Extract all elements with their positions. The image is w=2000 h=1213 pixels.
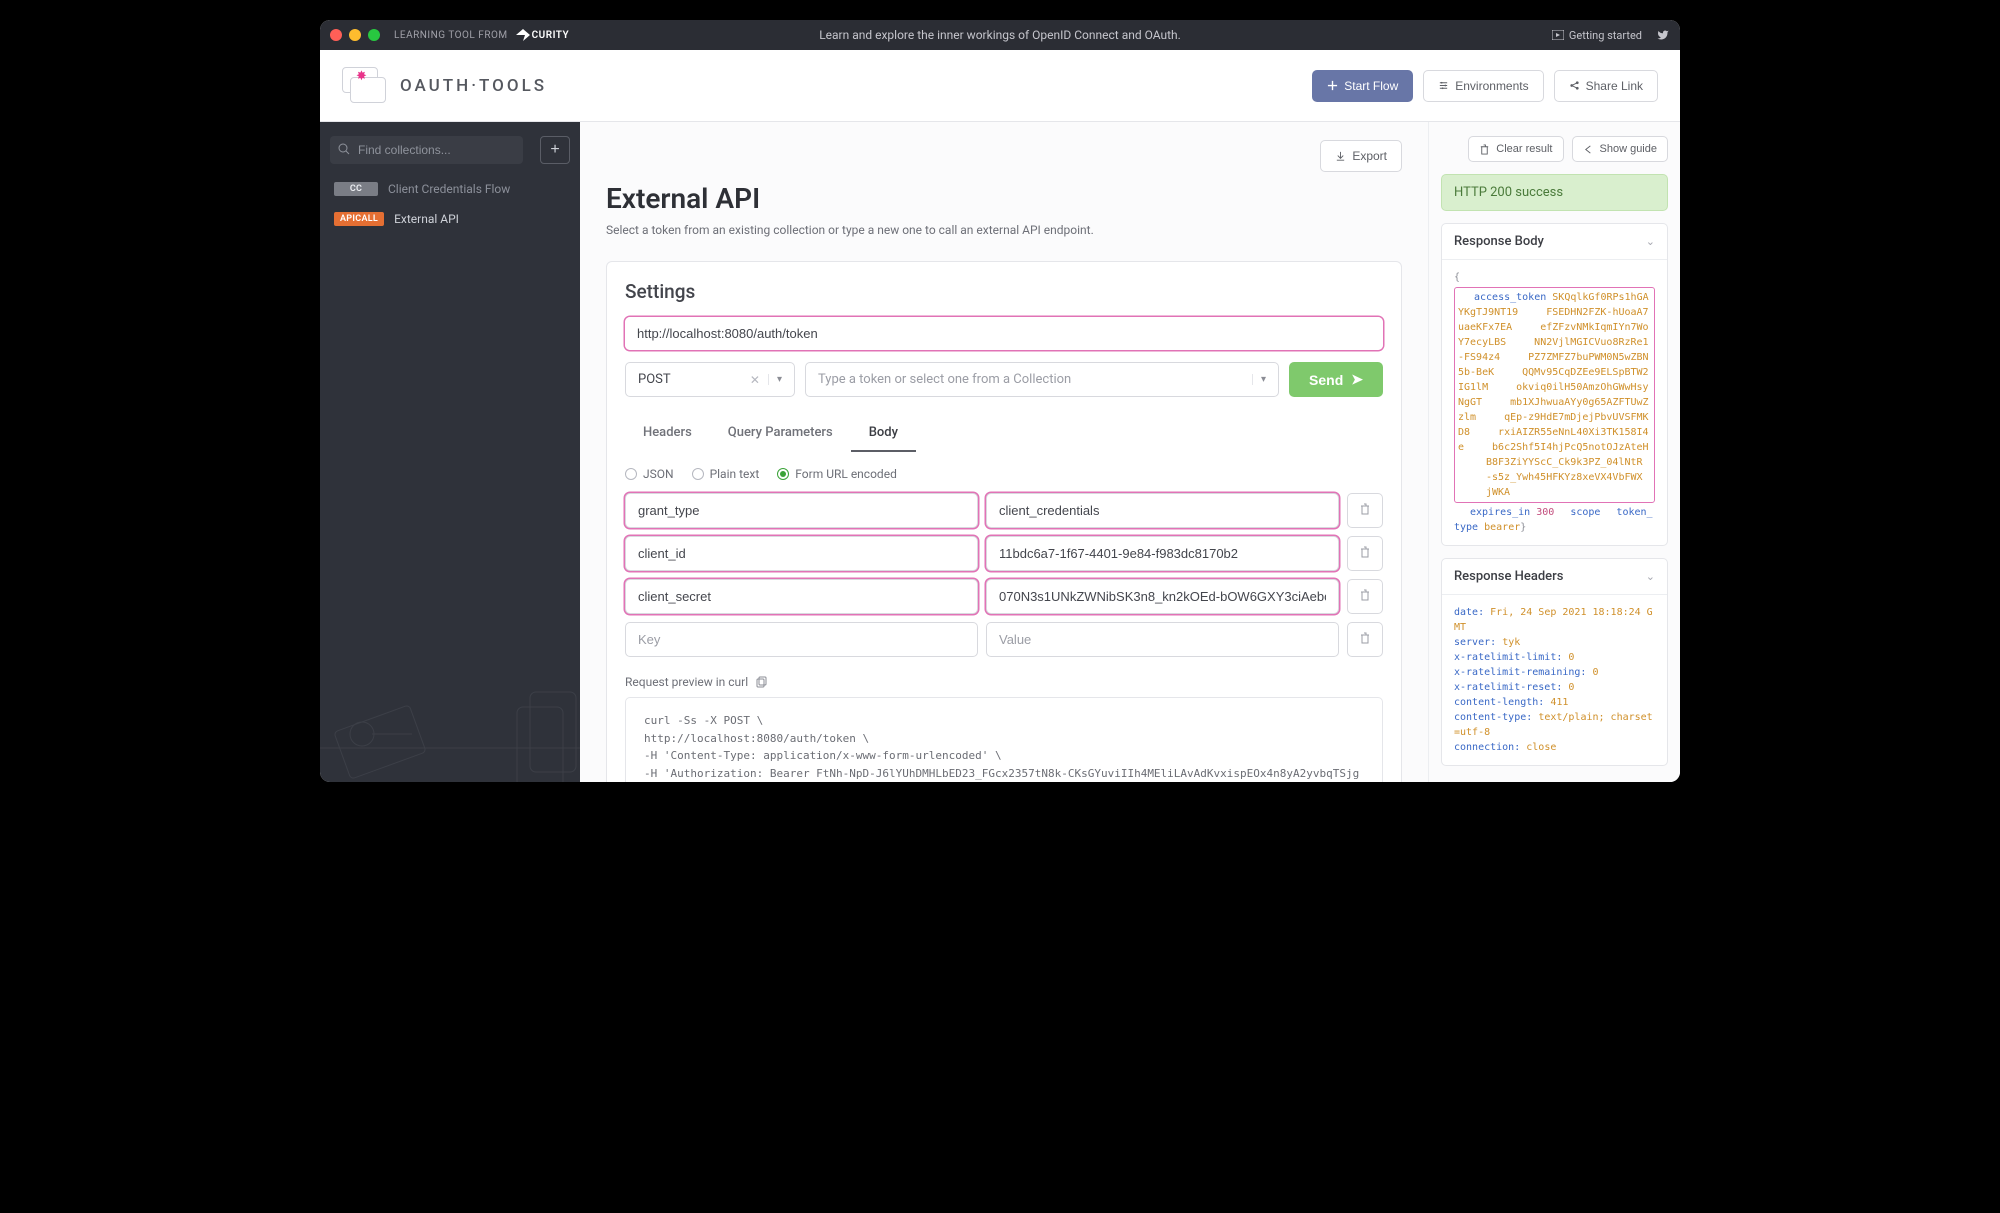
token-select[interactable]: Type a token or select one from a Collec… [805, 362, 1279, 397]
sidebar-item-label: Client Credentials Flow [388, 182, 510, 196]
tab-query[interactable]: Query Parameters [710, 415, 851, 452]
settings-heading: Settings [625, 280, 1383, 303]
sidebar-item-label: External API [394, 212, 459, 226]
logo-text: OAUTH·TOOLS [400, 76, 547, 96]
form-row [625, 579, 1383, 614]
curl-preview: curl -Ss -X POST \ http://localhost:8080… [625, 697, 1383, 782]
response-headers-card: Response Headers ⌄ date: Fri, 24 Sep 202… [1441, 558, 1668, 766]
copy-icon[interactable] [756, 676, 768, 688]
radio-form-url[interactable]: Form URL encoded [777, 467, 897, 481]
main-content: Export External API Select a token from … [580, 122, 1428, 782]
chevron-down-icon: ▾ [1252, 374, 1266, 385]
trash-icon [1479, 144, 1490, 155]
twitter-icon [1656, 29, 1670, 41]
trash-icon [1359, 503, 1371, 515]
search-input[interactable] [330, 136, 523, 164]
form-rows [625, 493, 1383, 657]
url-input[interactable] [625, 317, 1383, 350]
response-body-card: Response Body ⌄ {access_token SKQqlkGf0R… [1441, 223, 1668, 546]
sidebar-item-cc[interactable]: CC Client Credentials Flow [330, 176, 570, 202]
chevron-down-icon: ⌄ [1646, 235, 1655, 248]
request-tabs: Headers Query Parameters Body [625, 415, 1383, 453]
toolbar: ✸ OAUTH·TOOLS Start Flow Environments Sh… [320, 50, 1680, 122]
settings-panel: Settings POST ✕ ▾ Type a token or select… [606, 261, 1402, 782]
sliders-icon [1438, 80, 1449, 91]
arrow-left-icon [1583, 144, 1594, 155]
radio-json[interactable]: JSON [625, 467, 674, 481]
form-row [625, 536, 1383, 571]
clear-icon[interactable]: ✕ [750, 373, 760, 387]
trash-icon [1359, 546, 1371, 558]
gear-icon: ✸ [356, 69, 367, 84]
form-key-input[interactable] [625, 579, 978, 614]
form-value-input[interactable] [986, 536, 1339, 571]
download-icon [1335, 151, 1346, 162]
send-arrow-icon: ➤ [1351, 371, 1363, 388]
tag-cc: CC [334, 182, 378, 196]
sidebar: + CC Client Credentials Flow APICALL Ext… [320, 122, 580, 782]
add-collection-button[interactable]: + [540, 136, 570, 164]
share-icon [1569, 80, 1580, 91]
http-status: HTTP 200 success [1441, 174, 1668, 211]
form-key-input[interactable] [625, 622, 978, 657]
window-controls [330, 29, 380, 41]
titlebar: LEARNING TOOL FROM CURITY Learn and expl… [320, 20, 1680, 50]
tab-body[interactable]: Body [851, 415, 916, 452]
search-icon [338, 143, 350, 155]
page-subtitle: Select a token from an existing collecti… [606, 223, 1402, 237]
play-icon [1552, 30, 1564, 40]
radio-plain[interactable]: Plain text [692, 467, 760, 481]
form-value-input[interactable] [986, 622, 1339, 657]
share-link-button[interactable]: Share Link [1554, 70, 1658, 102]
body-type-radios: JSON Plain text Form URL encoded [625, 467, 1383, 481]
delete-row-button[interactable] [1347, 536, 1383, 571]
form-value-input[interactable] [986, 579, 1339, 614]
chevron-down-icon: ⌄ [1646, 570, 1655, 583]
titlebar-subtitle: Learn and explore the inner workings of … [819, 28, 1181, 42]
close-window-icon[interactable] [330, 29, 342, 41]
environments-button[interactable]: Environments [1423, 70, 1543, 102]
response-panel: Clear result Show guide HTTP 200 success… [1428, 122, 1680, 782]
curl-preview-label: Request preview in curl [625, 675, 1383, 689]
form-row [625, 493, 1383, 528]
tab-headers[interactable]: Headers [625, 415, 710, 452]
method-select[interactable]: POST ✕ ▾ [625, 362, 795, 397]
learning-from-label: LEARNING TOOL FROM [394, 30, 508, 41]
app-logo: ✸ OAUTH·TOOLS [342, 67, 547, 105]
plus-icon [1327, 80, 1338, 91]
response-body-content: {access_token SKQqlkGf0RPs1hGAYKgTJ9NT19… [1442, 260, 1667, 545]
form-row-empty [625, 622, 1383, 657]
start-flow-button[interactable]: Start Flow [1312, 70, 1413, 102]
sidebar-item-apicall[interactable]: APICALL External API [330, 206, 570, 232]
decorative-art [320, 642, 580, 782]
delete-row-button[interactable] [1347, 622, 1383, 657]
delete-row-button[interactable] [1347, 493, 1383, 528]
form-value-input[interactable] [986, 493, 1339, 528]
response-headers-content: date: Fri, 24 Sep 2021 18:18:24 GMTserve… [1442, 595, 1667, 765]
response-headers-header[interactable]: Response Headers ⌄ [1442, 559, 1667, 595]
maximize-window-icon[interactable] [368, 29, 380, 41]
curity-logo: CURITY [516, 29, 570, 41]
chevron-down-icon: ▾ [768, 374, 782, 385]
minimize-window-icon[interactable] [349, 29, 361, 41]
delete-row-button[interactable] [1347, 579, 1383, 614]
trash-icon [1359, 589, 1371, 601]
tag-apicall: APICALL [334, 212, 384, 226]
export-button[interactable]: Export [1320, 140, 1402, 172]
trash-icon [1359, 632, 1371, 644]
form-key-input[interactable] [625, 493, 978, 528]
clear-result-button[interactable]: Clear result [1468, 136, 1563, 162]
response-body-header[interactable]: Response Body ⌄ [1442, 224, 1667, 260]
send-button[interactable]: Send ➤ [1289, 362, 1383, 397]
show-guide-button[interactable]: Show guide [1572, 136, 1669, 162]
form-key-input[interactable] [625, 536, 978, 571]
page-title: External API [606, 182, 1402, 215]
twitter-link[interactable] [1656, 29, 1670, 41]
getting-started-link[interactable]: Getting started [1552, 29, 1642, 42]
